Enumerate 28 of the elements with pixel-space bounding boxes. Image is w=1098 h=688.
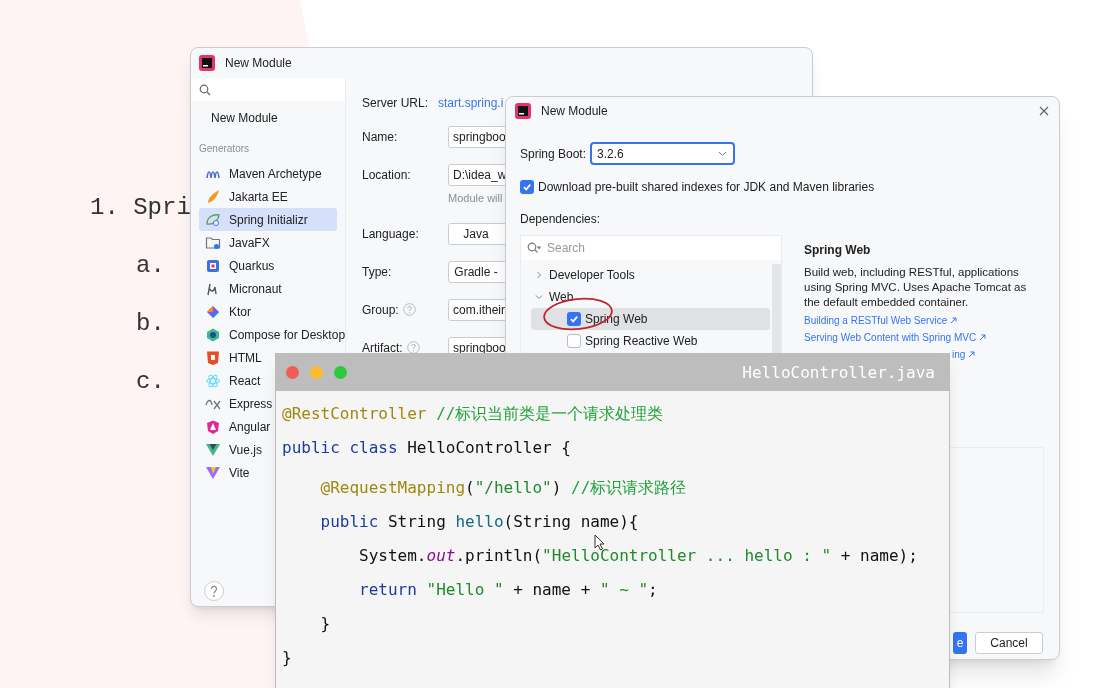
field-label: Name:	[362, 129, 398, 146]
field-label: Location:	[362, 167, 411, 184]
code-line: @RequestMapping("/hello") //标识请求路径	[319, 478, 687, 498]
detail-description: Build web, including RESTful, applications using Spring MVC. Uses Apache Tomcat as the default embedded container.	[804, 265, 1028, 310]
window-title: New Module	[225, 55, 292, 72]
field-label: Group:	[362, 301, 399, 319]
field-label: Type:	[362, 263, 392, 281]
code-line: }	[282, 648, 292, 668]
field-label: Server URL:	[362, 95, 430, 112]
code-line: @RestController //标识当前类是一个请求处理类	[282, 404, 664, 424]
code-line: }	[319, 614, 331, 634]
code-line: System.out.println("HelloController ... hello : " + name);	[358, 546, 918, 566]
code-line: public String hello(String name){	[319, 512, 639, 532]
field-label: Language:	[362, 225, 419, 243]
field-label: Artifact:	[362, 339, 403, 357]
code-line: public class HelloController {	[282, 438, 571, 458]
window-title: New Module	[541, 103, 609, 120]
slide-list-marker: c.	[135, 367, 166, 397]
slide-list-marker: b.	[135, 309, 166, 339]
section-header: Generators	[199, 142, 251, 156]
checkbox-label: Download pre-built shared indexes for JDK and Maven libraries	[538, 179, 875, 196]
detail-title: Spring Web	[804, 242, 872, 259]
slide-heading: 1. Spri	[90, 193, 191, 223]
code-line: return "Hello " + name + " ~ ";	[358, 580, 658, 600]
file-name: HelloController.java	[742, 361, 935, 384]
field-hint: Module will	[448, 191, 504, 206]
field-label: Spring Boot:	[520, 145, 587, 163]
slide-list-marker: a.	[135, 251, 166, 281]
